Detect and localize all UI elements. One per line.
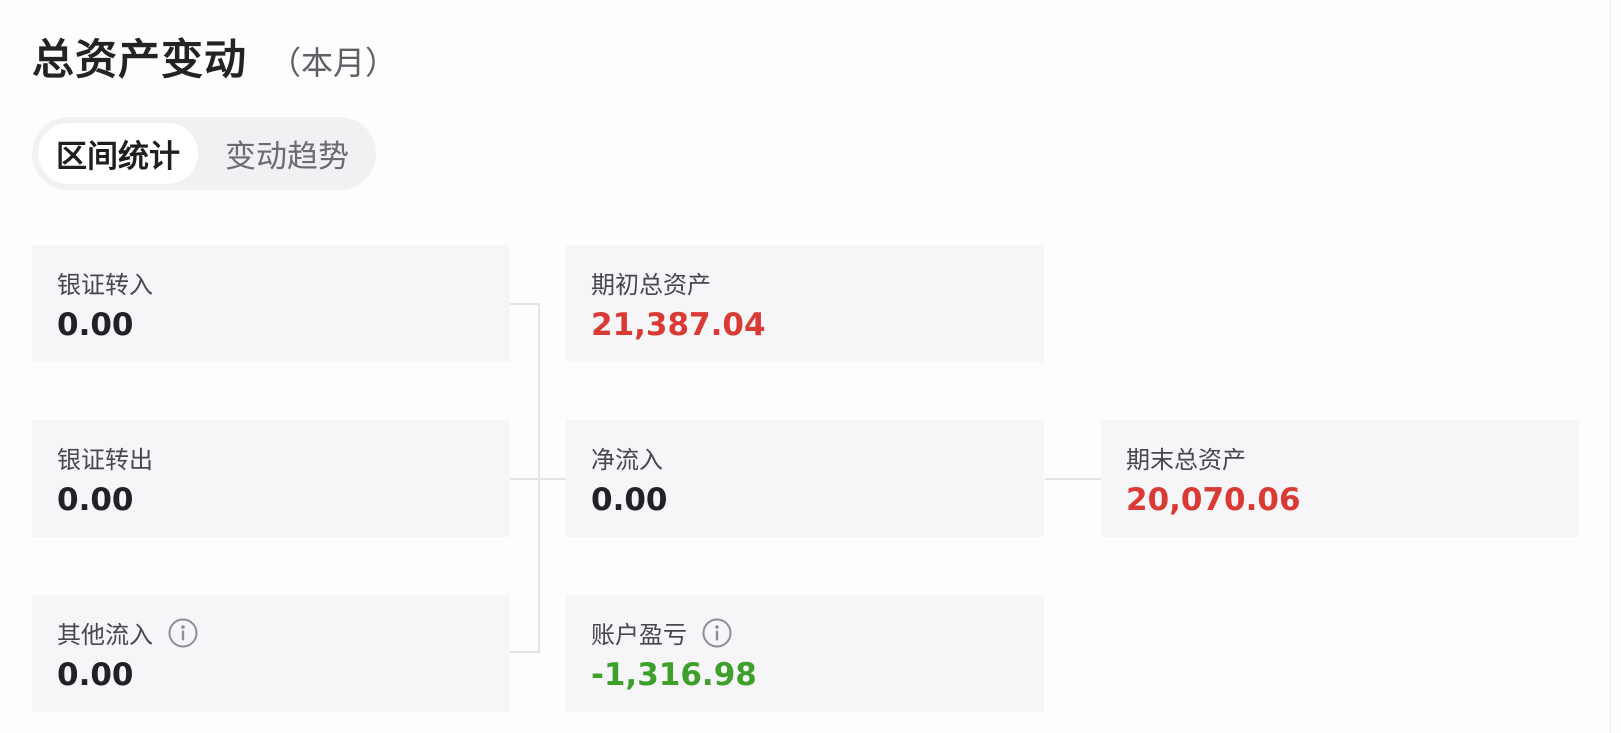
card-value: 21,387.04 xyxy=(591,307,766,343)
card-label: 期初总资产 xyxy=(591,271,711,299)
tab-change-trend[interactable]: 变动趋势 xyxy=(204,123,370,184)
card-value: 0.00 xyxy=(57,482,134,518)
card-label: 银证转入 xyxy=(57,271,153,299)
info-icon[interactable] xyxy=(701,617,733,649)
card-bank-transfer-out: 银证转出 0.00 xyxy=(32,420,510,537)
card-other-inflow: 其他流入 0.00 xyxy=(32,595,510,712)
connector-other-in xyxy=(510,651,540,653)
card-start-total-assets: 期初总资产 21,387.04 xyxy=(566,245,1044,362)
connector-bank-in xyxy=(510,303,540,305)
connector-end-assets xyxy=(1045,478,1101,480)
card-account-profit-loss: 账户盈亏 -1,316.98 xyxy=(566,595,1044,712)
card-bank-transfer-in: 银证转入 0.00 xyxy=(32,245,510,362)
card-label-row: 其他流入 xyxy=(57,615,199,650)
card-label-row: 账户盈亏 xyxy=(591,615,733,650)
card-value: 0.00 xyxy=(57,657,134,693)
connector-net-inflow xyxy=(540,478,566,480)
card-end-total-assets: 期末总资产 20,070.06 xyxy=(1101,420,1579,537)
card-net-inflow: 净流入 0.00 xyxy=(566,420,1044,537)
page-edge-divider xyxy=(1610,0,1611,733)
info-icon[interactable] xyxy=(167,617,199,649)
page-title: 总资产变动 （本月） xyxy=(32,26,398,84)
card-value: 0.00 xyxy=(57,307,134,343)
connector-bank-out xyxy=(510,478,540,480)
card-label: 期末总资产 xyxy=(1126,446,1246,474)
view-segmented-control: 区间统计 变动趋势 xyxy=(32,117,376,190)
tab-range-stats[interactable]: 区间统计 xyxy=(38,123,198,184)
card-label: 银证转出 xyxy=(57,446,153,474)
card-value: -1,316.98 xyxy=(591,657,757,693)
card-value: 20,070.06 xyxy=(1126,482,1301,518)
title-main: 总资产变动 xyxy=(32,35,248,84)
card-label: 其他流入 xyxy=(57,621,153,649)
title-period: （本月） xyxy=(269,44,398,82)
card-label: 账户盈亏 xyxy=(591,621,687,649)
card-label: 净流入 xyxy=(591,446,663,474)
card-value: 0.00 xyxy=(591,482,668,518)
